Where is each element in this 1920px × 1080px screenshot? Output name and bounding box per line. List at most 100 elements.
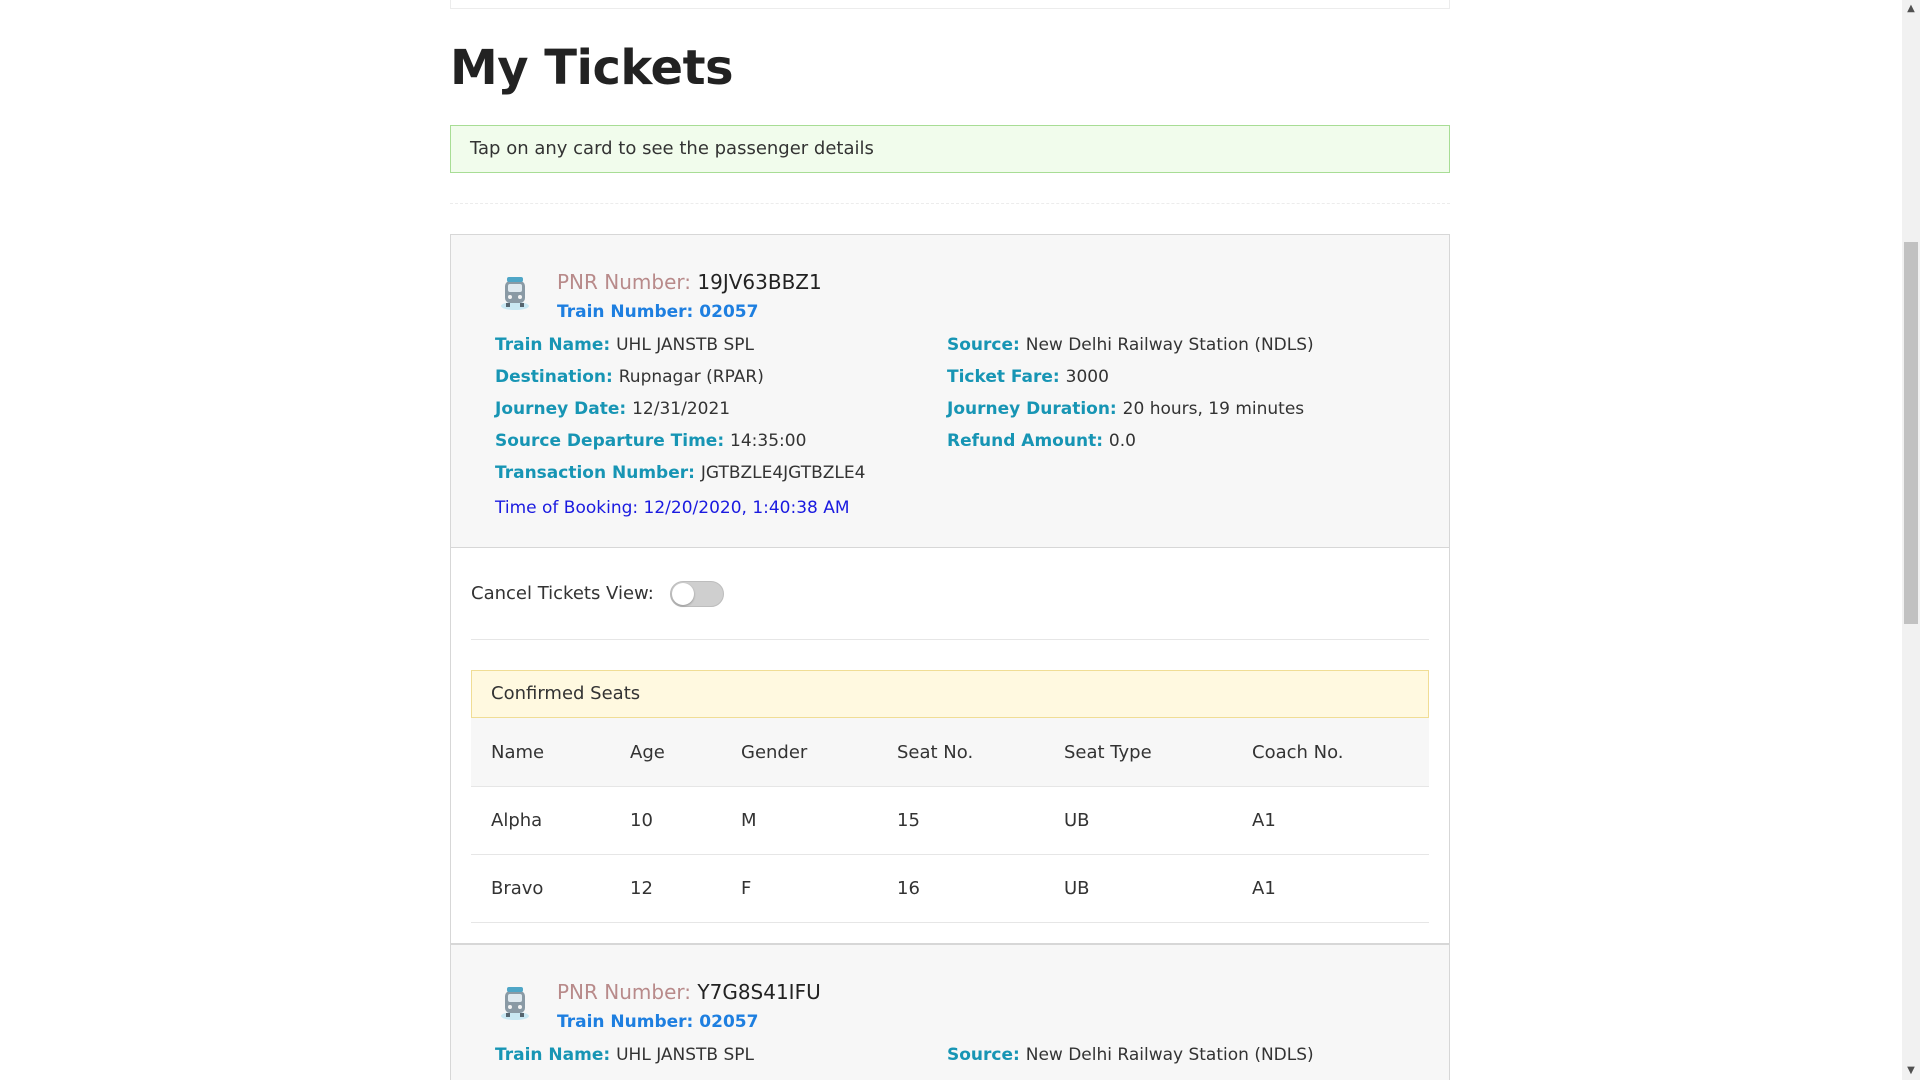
ticket-details-right: Source: New Delhi Railway Station (NDLS)… bbox=[947, 329, 1427, 489]
train-icon bbox=[501, 987, 529, 1020]
ticket-details-right: Source: New Delhi Railway Station (NDLS) bbox=[947, 1039, 1427, 1071]
passenger-name: Alpha bbox=[471, 786, 610, 855]
pnr-value: 19JV63BBZ1 bbox=[697, 270, 822, 294]
main-container: My Tickets Tap on any card to see the pa… bbox=[450, 0, 1450, 1080]
transaction-number-label: Transaction Number: bbox=[495, 463, 701, 483]
passenger-seat-no: 15 bbox=[877, 786, 1044, 855]
passenger-coach-no: A1 bbox=[1232, 786, 1429, 855]
column-header-name: Name bbox=[471, 718, 610, 787]
train-name-value: UHL JANSTB SPL bbox=[616, 1045, 755, 1065]
journey-date-row: Journey Date: 12/31/2021 bbox=[495, 393, 947, 425]
passenger-name: Bravo bbox=[471, 854, 610, 923]
column-header-age: Age bbox=[610, 718, 721, 787]
ticket-card-header[interactable]: PNR Number: Y7G8S41IFU Train Number: 020… bbox=[451, 945, 1449, 1080]
train-number: Train Number: 02057 bbox=[557, 297, 1449, 327]
ticket-card[interactable]: PNR Number: 19JV63BBZ1 Train Number: 020… bbox=[450, 234, 1450, 944]
pnr-label: PNR Number: bbox=[557, 270, 698, 294]
column-header-seat-type: Seat Type bbox=[1044, 718, 1232, 787]
scroll-up-arrow-icon[interactable]: ▲ bbox=[1902, 0, 1920, 18]
passenger-gender: F bbox=[721, 854, 877, 923]
transaction-number-value: JGTBZLE4JGTBZLE4 bbox=[700, 463, 866, 483]
journey-duration-row: Journey Duration: 20 hours, 19 minutes bbox=[947, 393, 1427, 425]
destination-value: Rupnagar (RPAR) bbox=[618, 367, 764, 387]
destination-row: Destination: Rupnagar (RPAR) bbox=[495, 361, 947, 393]
passenger-gender: M bbox=[721, 786, 877, 855]
ticket-card-body: Cancel Tickets View: Confirmed Seats Nam… bbox=[451, 547, 1449, 943]
page-viewport: My Tickets Tap on any card to see the pa… bbox=[0, 0, 1902, 1080]
train-name-value: UHL JANSTB SPL bbox=[616, 335, 755, 355]
refund-amount-label: Refund Amount: bbox=[947, 431, 1109, 451]
ticket-header-line: PNR Number: Y7G8S41IFU Train Number: 020… bbox=[495, 977, 1449, 1037]
source-label: Source: bbox=[947, 335, 1026, 355]
train-number-value: 02057 bbox=[699, 1012, 759, 1032]
cancel-tickets-view-toggle[interactable] bbox=[669, 580, 724, 607]
transaction-number-row: Transaction Number: JGTBZLE4JGTBZLE4 bbox=[495, 457, 947, 489]
time-of-booking-value: 12/20/2020, 1:40:38 AM bbox=[643, 498, 850, 518]
column-header-coach-no: Coach No. bbox=[1232, 718, 1429, 787]
departure-time-row: Source Departure Time: 14:35:00 bbox=[495, 425, 947, 457]
source-label: Source: bbox=[947, 1045, 1026, 1065]
cancel-tickets-view-row: Cancel Tickets View: bbox=[471, 548, 1429, 640]
train-number-value: 02057 bbox=[699, 302, 759, 322]
ticket-fare-label: Ticket Fare: bbox=[947, 367, 1066, 387]
destination-label: Destination: bbox=[495, 367, 619, 387]
journey-date-value: 12/31/2021 bbox=[632, 399, 731, 419]
source-row: Source: New Delhi Railway Station (NDLS) bbox=[947, 329, 1427, 361]
train-number-label: Train Number: bbox=[557, 302, 700, 322]
pnr-number: PNR Number: 19JV63BBZ1 bbox=[557, 267, 1449, 297]
scrollbar-thumb[interactable] bbox=[1904, 242, 1918, 624]
passenger-coach-no: A1 bbox=[1232, 854, 1429, 923]
source-value: New Delhi Railway Station (NDLS) bbox=[1025, 335, 1314, 355]
pnr-value: Y7G8S41IFU bbox=[697, 980, 821, 1004]
page-title: My Tickets bbox=[450, 40, 734, 96]
ticket-fare-row: Ticket Fare: 3000 bbox=[947, 361, 1427, 393]
pnr-number: PNR Number: Y7G8S41IFU bbox=[557, 977, 1449, 1007]
train-name-row: Train Name: UHL JANSTB SPL bbox=[495, 329, 947, 361]
section-divider bbox=[450, 203, 1450, 204]
train-icon bbox=[501, 277, 529, 310]
previous-section-border bbox=[450, 0, 1450, 9]
pnr-label: PNR Number: bbox=[557, 980, 698, 1004]
time-of-booking: Time of Booking: 12/20/2020, 1:40:38 AM bbox=[495, 493, 1449, 523]
source-row: Source: New Delhi Railway Station (NDLS) bbox=[947, 1039, 1427, 1071]
train-number: Train Number: 02057 bbox=[557, 1007, 1449, 1037]
train-name-label: Train Name: bbox=[495, 335, 617, 355]
info-alert: Tap on any card to see the passenger det… bbox=[450, 125, 1450, 173]
time-of-booking-label: Time of Booking: bbox=[495, 498, 644, 518]
ticket-fare-value: 3000 bbox=[1065, 367, 1109, 387]
ticket-header-line: PNR Number: 19JV63BBZ1 Train Number: 020… bbox=[495, 267, 1449, 327]
departure-time-value: 14:35:00 bbox=[730, 431, 807, 451]
passenger-age: 10 bbox=[610, 786, 721, 855]
train-name-row: Train Name: UHL JANSTB SPL bbox=[495, 1039, 947, 1071]
source-value: New Delhi Railway Station (NDLS) bbox=[1025, 1045, 1314, 1065]
train-number-label: Train Number: bbox=[557, 1012, 700, 1032]
ticket-details-grid: Train Name: UHL JANSTB SPL Source: New D… bbox=[495, 1039, 1449, 1071]
ticket-details-grid: Train Name: UHL JANSTB SPL Destination: … bbox=[495, 329, 1449, 489]
train-name-label: Train Name: bbox=[495, 1045, 617, 1065]
column-header-gender: Gender bbox=[721, 718, 877, 787]
passenger-table-header: Name Age Gender Seat No. Seat Type Coach… bbox=[471, 718, 1429, 787]
confirmed-seats-header: Confirmed Seats bbox=[471, 670, 1429, 718]
passenger-seat-type: UB bbox=[1044, 854, 1232, 923]
vertical-scrollbar[interactable]: ▲ ▼ bbox=[1902, 0, 1920, 1080]
passenger-age: 12 bbox=[610, 854, 721, 923]
refund-amount-value: 0.0 bbox=[1108, 431, 1136, 451]
passenger-table: Name Age Gender Seat No. Seat Type Coach… bbox=[471, 718, 1429, 923]
passenger-seat-no: 16 bbox=[877, 854, 1044, 923]
toggle-knob bbox=[671, 582, 694, 605]
table-row: Bravo 12 F 16 UB A1 bbox=[471, 854, 1429, 923]
journey-duration-label: Journey Duration: bbox=[947, 399, 1123, 419]
column-header-seat-no: Seat No. bbox=[877, 718, 1044, 787]
ticket-details-left: Train Name: UHL JANSTB SPL Destination: … bbox=[495, 329, 947, 489]
ticket-details-left: Train Name: UHL JANSTB SPL bbox=[495, 1039, 947, 1071]
journey-duration-value: 20 hours, 19 minutes bbox=[1122, 399, 1305, 419]
ticket-card[interactable]: PNR Number: Y7G8S41IFU Train Number: 020… bbox=[450, 944, 1450, 1080]
table-row: Alpha 10 M 15 UB A1 bbox=[471, 786, 1429, 855]
departure-time-label: Source Departure Time: bbox=[495, 431, 731, 451]
cancel-tickets-view-label: Cancel Tickets View: bbox=[471, 583, 654, 604]
journey-date-label: Journey Date: bbox=[495, 399, 633, 419]
refund-amount-row: Refund Amount: 0.0 bbox=[947, 425, 1427, 457]
ticket-card-header[interactable]: PNR Number: 19JV63BBZ1 Train Number: 020… bbox=[451, 235, 1449, 547]
passenger-seat-type: UB bbox=[1044, 786, 1232, 855]
scroll-down-arrow-icon[interactable]: ▼ bbox=[1902, 1062, 1920, 1080]
